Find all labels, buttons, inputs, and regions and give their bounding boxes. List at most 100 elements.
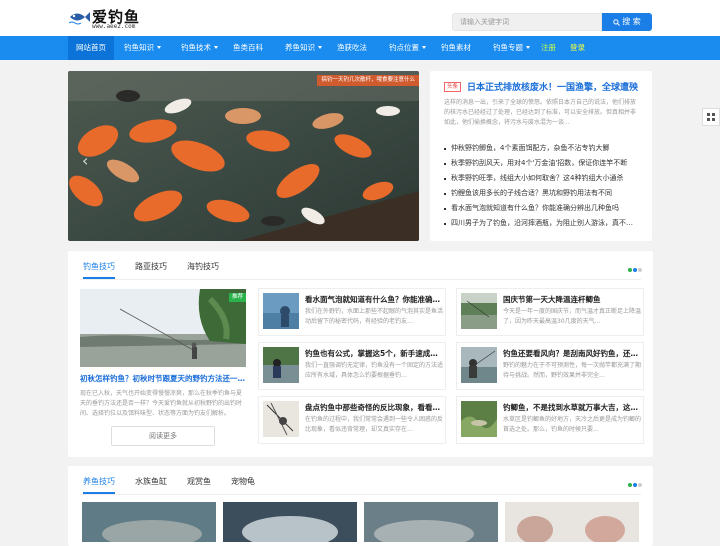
nav-label: 网站首页	[76, 43, 106, 52]
article-card[interactable]: 钓鱼还要看风向？是刮南风好钓鱼，还是北风 野钓的魅力在于不可预测性，每一次抛竿都…	[456, 342, 644, 390]
dot[interactable]	[628, 483, 632, 487]
tab-pet-turtle[interactable]: 宠物龟	[231, 474, 255, 494]
nav-label: 渔获吃法	[337, 43, 367, 52]
site-logo[interactable]: 爱钓鱼 www.aee2.com	[68, 6, 158, 30]
dot[interactable]	[638, 268, 642, 272]
article-desc: 今天是一年一度的国庆节，而气温才真正断足上降温了，因为昨天最高温30几度的天气.…	[503, 308, 641, 325]
nav-item-fishing-tech[interactable]: 钓鱼技术	[181, 36, 218, 60]
nav-item-home[interactable]: 网站首页	[68, 36, 114, 60]
nav-label: 鱼类百科	[233, 43, 263, 52]
carousel-dots[interactable]	[628, 268, 642, 273]
article-thumbnail[interactable]	[263, 347, 299, 383]
dot[interactable]	[633, 483, 637, 487]
article-thumbnail[interactable]	[461, 401, 497, 437]
thumbnail-image	[263, 347, 299, 383]
nav-label: 钓鱼知识	[124, 43, 154, 52]
article-thumbnail[interactable]	[364, 502, 498, 542]
article-title[interactable]: 国庆节第一天大降温连杆鲫鱼	[503, 294, 641, 305]
article-desc: 在钓鱼的过程中，我们常常会遇到一些令人困惑的反比现象，看似违背常理，却又真实存在…	[305, 416, 443, 433]
side-toolbar[interactable]	[702, 108, 720, 126]
fish-logo-icon	[68, 12, 90, 25]
main-nav: 网站首页 钓鱼知识 钓鱼技术 鱼类百科 养鱼知识 渔获吃法 钓点位置 钓鱼素材 …	[0, 36, 720, 60]
article-thumbnail[interactable]	[223, 502, 357, 542]
article-desc: 水草区是钓鲫鱼的好地方，天冷之后更是成为钓鲫的首选之处。那么，钓鱼的时候只要..…	[503, 416, 641, 433]
article-card[interactable]: 盘点钓鱼中那些奇怪的反比现象，看看你遇到过 在钓鱼的过程中，我们常常会遇到一些令…	[258, 396, 446, 444]
chevron-down-icon	[526, 46, 530, 49]
headline-list: 仲秋野钓鲫鱼，4个素面饵配方，杂鱼不沾专钓大鲫 秋季野钓刮风天，用对4个'万金油…	[444, 141, 638, 231]
search-button-label: 搜 索	[622, 17, 641, 26]
nav-item-fish-raising[interactable]: 养鱼知识	[285, 36, 322, 60]
article-title[interactable]: 钓鱼还要看风向？是刮南风好钓鱼，还是北风	[503, 348, 641, 359]
search-button[interactable]: 搜 索	[602, 13, 652, 31]
fish-image	[505, 502, 639, 542]
nav-item-catch-recipes[interactable]: 渔获吃法	[337, 36, 367, 60]
thumbnail-image	[461, 293, 497, 329]
list-item[interactable]: 钓鲤鱼该用多长的子线合适？黑坑和野钓用法有不同	[444, 186, 638, 201]
chevron-down-icon	[318, 46, 322, 49]
thumbnail-image	[461, 347, 497, 383]
nav-label: 钓鱼技术	[181, 43, 211, 52]
chevron-left-icon[interactable]: ‹	[82, 151, 88, 170]
article-card[interactable]: 钓鲫鱼，不是找到水草就万事大吉，这几种草 水草区是钓鲫鱼的好地方，天冷之后更是成…	[456, 396, 644, 444]
tab-fish-raising[interactable]: 养鱼技巧	[83, 474, 115, 494]
tab-fishing-tips[interactable]: 钓鱼技巧	[83, 259, 115, 279]
carousel-image[interactable]: 搞钓一天钓几次散杆，哦食要注意什么 ‹	[68, 71, 419, 241]
dot[interactable]	[628, 268, 632, 272]
register-link[interactable]: 注册	[541, 36, 556, 60]
list-item[interactable]: 四川男子为了钓鱼，沿河摔酒瓶，为阻止别人游泳，真不应该	[444, 216, 638, 231]
article-title[interactable]: 钓鲫鱼，不是找到水草就万事大吉，这几种草	[503, 402, 641, 413]
search-input[interactable]: 请输入关键字词	[452, 13, 602, 31]
article-title[interactable]: 盘点钓鱼中那些奇怪的反比现象，看看你遇到过	[305, 402, 443, 413]
recommend-badge: 推荐	[228, 293, 246, 302]
article-card[interactable]: 钓鱼也有公式，掌握这5个，新手速成大师 我们一直强调钓无定律，钓鱼没有一个固定的…	[258, 342, 446, 390]
article-thumbnail[interactable]	[263, 293, 299, 329]
headline-title[interactable]: 日本正式排放核废水！一国渔擎，全球遭殃	[467, 80, 643, 93]
article-title[interactable]: 看水面气泡就知道有什么鱼？你能准确分辨出几种	[305, 294, 443, 305]
read-more-button[interactable]: 阅读更多	[111, 426, 215, 446]
thumbnail-image	[263, 401, 299, 437]
tab-sea-fishing-tips[interactable]: 海钓技巧	[187, 259, 219, 279]
headline-desc: 这样的消息一出，引来了全球的愤怒。依照日本方自己的说法，他们排放的核污水已经经过…	[444, 99, 637, 126]
fishing-tips-panel: 钓鱼技巧 路亚技巧 海钓技巧 推荐 初秋怎样钓鱼？初秋时节跟夏天的野钓方法还一样…	[68, 251, 653, 457]
list-item[interactable]: 仲秋野钓鲫鱼，4个素面饵配方，杂鱼不沾专钓大鲫	[444, 141, 638, 156]
article-card[interactable]: 看水面气泡就知道有什么鱼？你能准确分辨出几种 我们在外野钓，水面上那些不起眼的气…	[258, 288, 446, 336]
nav-label: 钓点位置	[389, 43, 419, 52]
article-title[interactable]: 钓鱼也有公式，掌握这5个，新手速成大师	[305, 348, 443, 359]
search-icon	[613, 19, 621, 26]
dot[interactable]	[638, 483, 642, 487]
chevron-down-icon	[157, 46, 161, 49]
carousel-dots[interactable]	[628, 483, 642, 488]
featured-article[interactable]: 推荐 初秋怎样钓鱼？初秋时节跟夏天的野钓方法还一样吗 现在已入秋，天气也开始变得…	[80, 289, 246, 419]
logo-url: www.aee2.com	[92, 23, 136, 30]
article-thumbnail[interactable]	[461, 293, 497, 329]
article-desc: 我们一直强调钓无定律，钓鱼没有一个固定的方法适应所有水域，具体怎么钓要根据垂钓.…	[305, 362, 443, 379]
tab-ornamental-fish[interactable]: 观赏鱼	[187, 474, 211, 494]
list-item[interactable]: 看水面气泡就知道有什么鱼？你能准确分辨出几种鱼吗	[444, 201, 638, 216]
nav-item-fishing-materials[interactable]: 钓鱼素材	[441, 36, 471, 60]
fish-image	[82, 502, 216, 542]
article-thumbnail[interactable]	[461, 347, 497, 383]
fish-raising-panel: 养鱼技巧 水族鱼缸 观赏鱼 宠物龟	[68, 466, 653, 546]
article-thumbnail[interactable]	[82, 502, 216, 542]
headline-panel: 头条 日本正式排放核废水！一国渔擎，全球遭殃 这样的消息一出，引来了全球的愤怒。…	[430, 71, 652, 241]
koi-pond-image	[68, 71, 419, 241]
article-thumbnail[interactable]	[505, 502, 639, 542]
login-link[interactable]: 登录	[570, 36, 585, 60]
list-item[interactable]: 秋季野钓刮风天，用对4个'万金油'招数，保证你连竿不断	[444, 156, 638, 171]
river-fishing-image	[80, 289, 246, 367]
tab-lure-tips[interactable]: 路亚技巧	[135, 259, 167, 279]
list-item[interactable]: 秋季野钓旺季，线组大小如何取舍？这4种钓组大小通杀	[444, 171, 638, 186]
article-thumbnail[interactable]	[263, 401, 299, 437]
featured-image[interactable]: 推荐	[80, 289, 246, 367]
nav-item-fishing-knowledge[interactable]: 钓鱼知识	[124, 36, 161, 60]
nav-label: 钓鱼专题	[493, 43, 523, 52]
article-card[interactable]: 国庆节第一天大降温连杆鲫鱼 今天是一年一度的国庆节，而气温才真正断足上降温了，因…	[456, 288, 644, 336]
nav-item-fishing-topics[interactable]: 钓鱼专题	[493, 36, 530, 60]
featured-title[interactable]: 初秋怎样钓鱼？初秋时节跟夏天的野钓方法还一样吗	[80, 373, 246, 384]
tab-aquarium[interactable]: 水族鱼缸	[135, 474, 167, 494]
slide-caption[interactable]: 搞钓一天钓几次散杆，哦食要注意什么	[317, 75, 419, 86]
tab-divider	[80, 279, 641, 280]
nav-item-fishing-spots[interactable]: 钓点位置	[389, 36, 426, 60]
nav-item-fish-encyclopedia[interactable]: 鱼类百科	[233, 36, 263, 60]
dot[interactable]	[633, 268, 637, 272]
